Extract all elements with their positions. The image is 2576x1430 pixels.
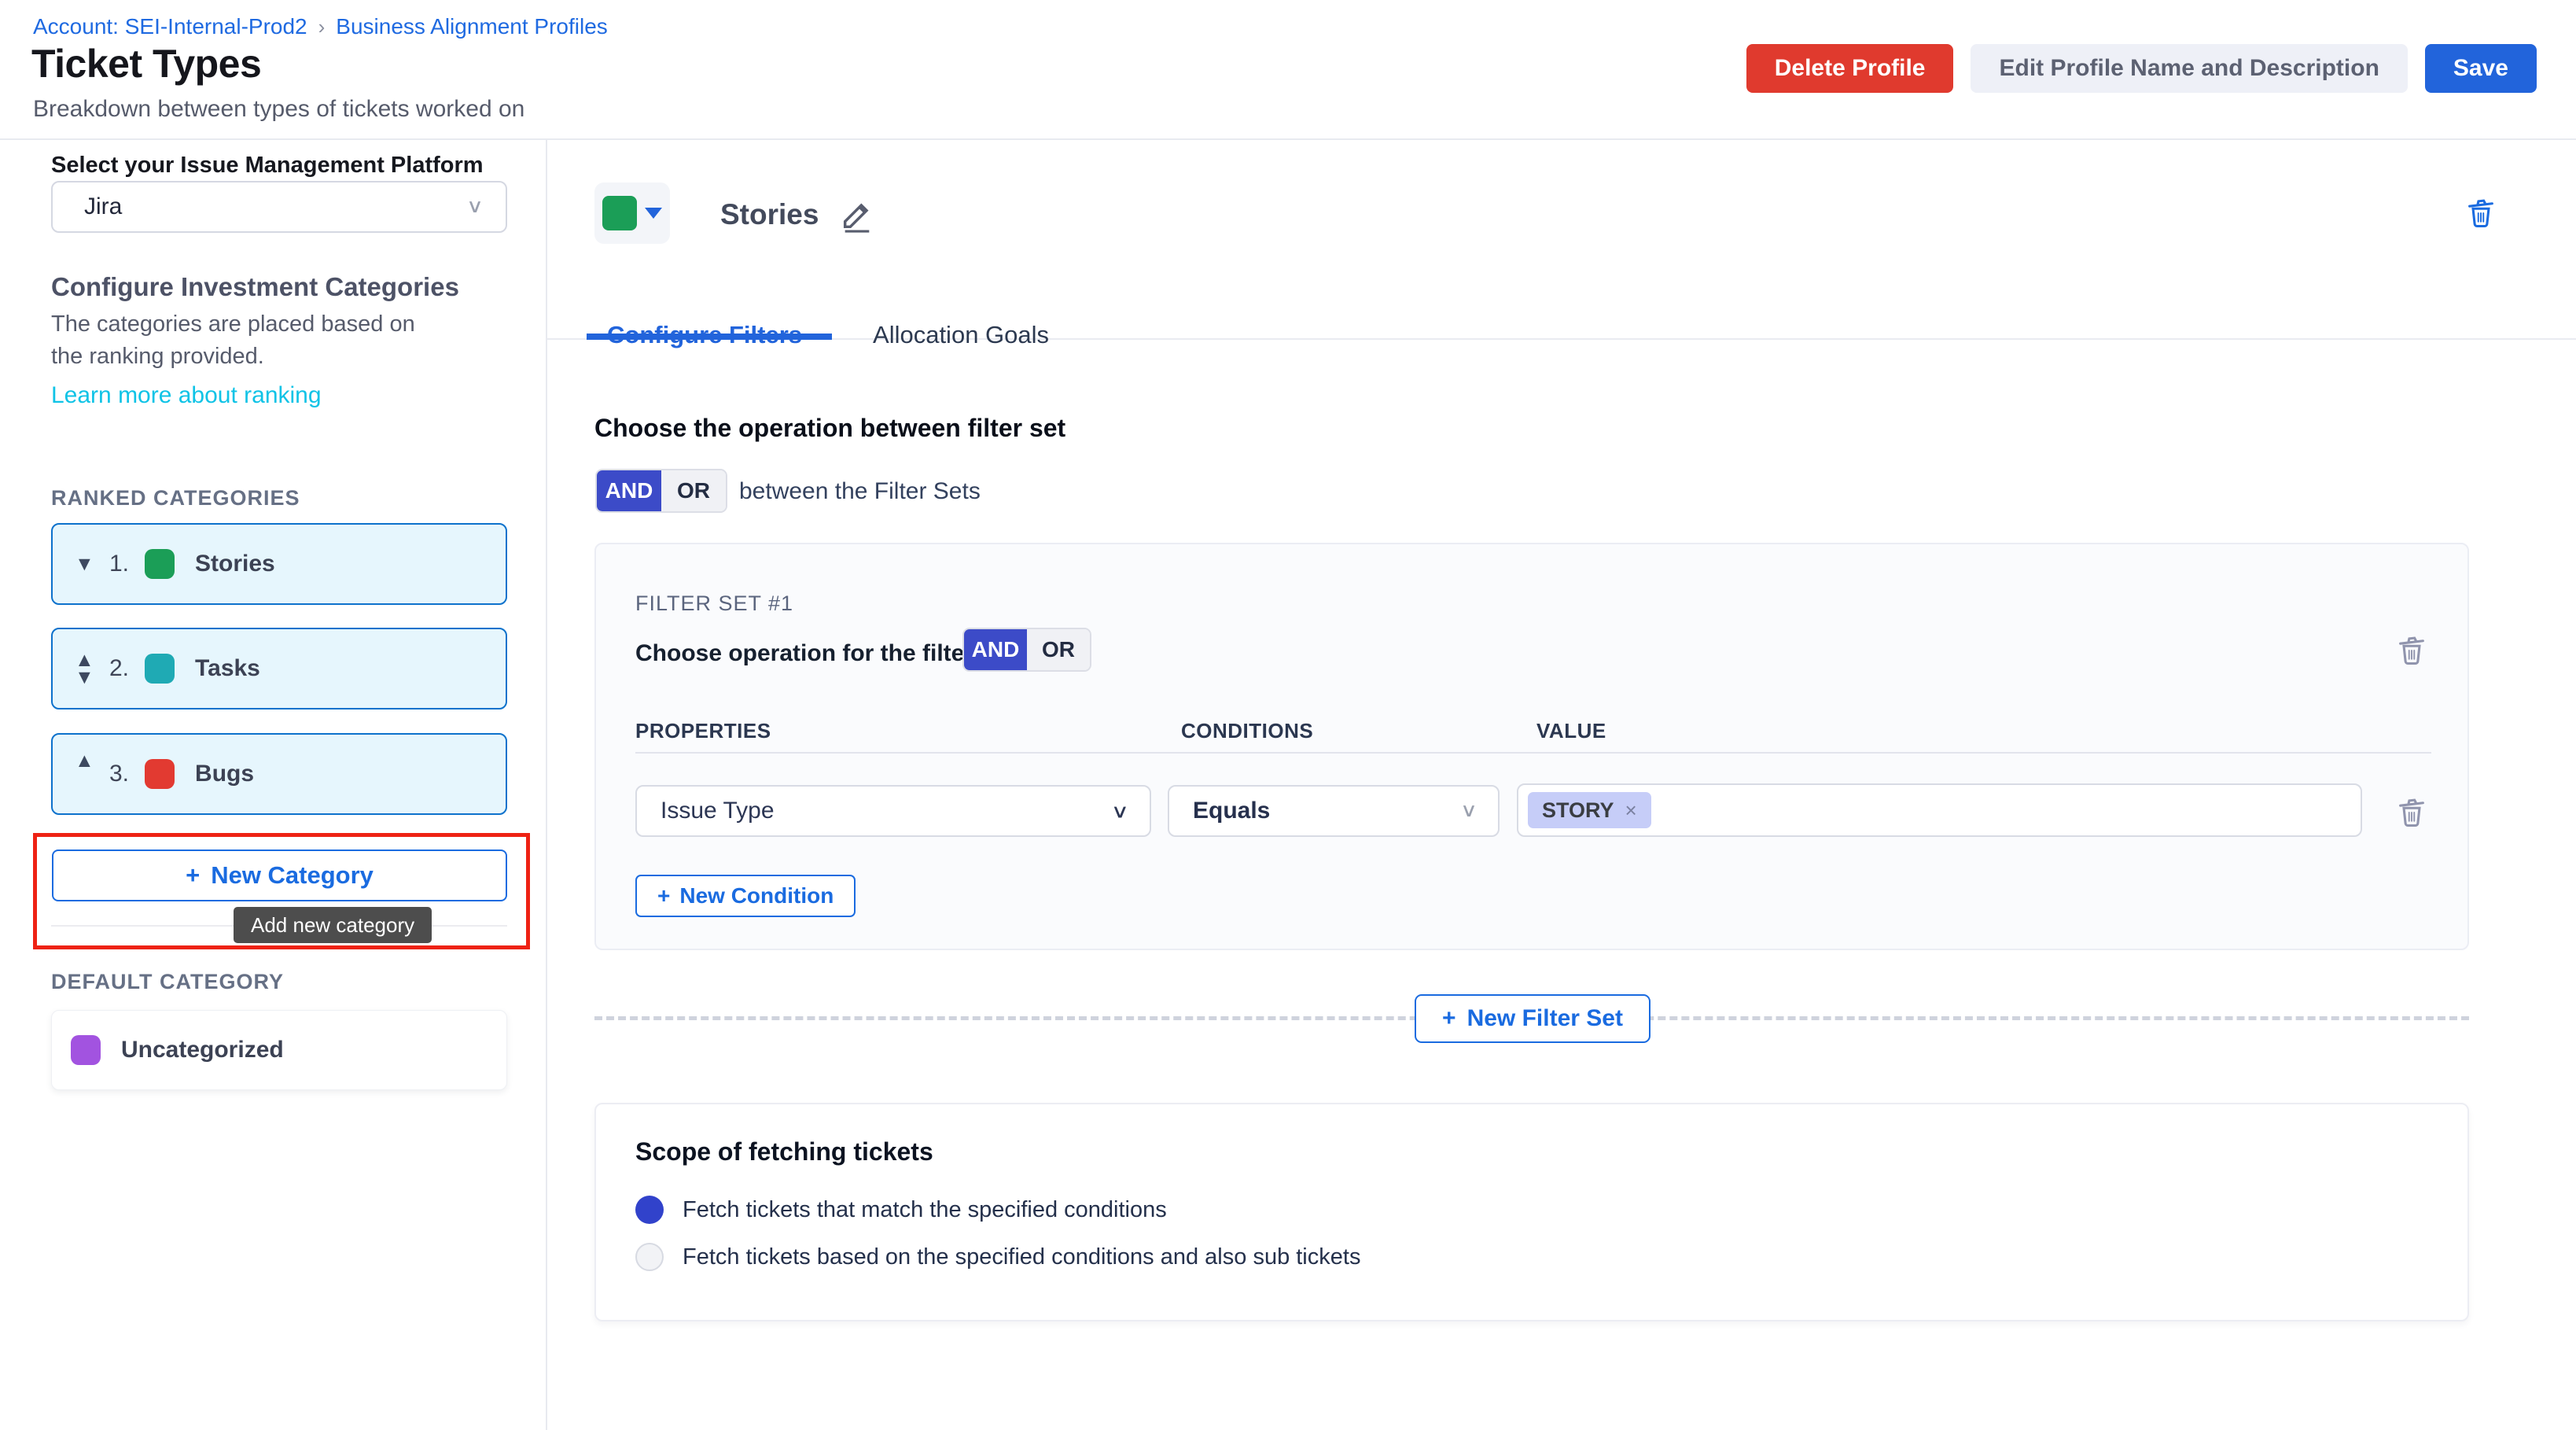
- column-header-value: VALUE: [1536, 719, 1606, 743]
- move-up-icon[interactable]: ▲: [75, 752, 109, 769]
- category-rank: 2.: [109, 655, 129, 682]
- category-color-dot: [145, 654, 175, 684]
- default-category-label: DEFAULT CATEGORY: [51, 970, 284, 994]
- scope-option-sub-tickets[interactable]: Fetch tickets based on the specified con…: [635, 1243, 1360, 1271]
- category-title: Stories: [720, 197, 875, 233]
- delete-condition-trash-icon[interactable]: [2394, 794, 2430, 835]
- filter-set-title: FILTER SET #1: [635, 592, 793, 616]
- edit-pencil-icon[interactable]: [839, 197, 875, 233]
- scope-option-match[interactable]: Fetch tickets that match the specified c…: [635, 1196, 1167, 1224]
- category-name: Bugs: [195, 761, 254, 787]
- sidebar: Select your Issue Management Platform Ji…: [0, 140, 547, 1430]
- breadcrumb: Account: SEI-Internal-Prod2 › Business A…: [33, 14, 608, 39]
- property-select-value: Issue Type: [661, 798, 775, 824]
- move-down-icon[interactable]: ▼: [75, 555, 109, 573]
- delete-category-trash-icon[interactable]: [2463, 195, 2499, 235]
- active-tab-underline: [587, 334, 832, 340]
- page-subtitle: Breakdown between types of tickets worke…: [33, 96, 524, 123]
- category-rank: 1.: [109, 551, 129, 577]
- chevron-down-icon: ∨: [1111, 800, 1129, 823]
- condition-select-value: Equals: [1193, 798, 1270, 824]
- category-card-tasks[interactable]: ▲▼ 2. Tasks: [51, 628, 507, 709]
- category-color-dot: [71, 1035, 101, 1065]
- value-chip: STORY ×: [1528, 792, 1651, 828]
- radio-selected-icon[interactable]: [635, 1196, 664, 1224]
- breadcrumb-page-link[interactable]: Business Alignment Profiles: [336, 14, 608, 39]
- filters-operation-label: Choose operation for the filters: [635, 640, 987, 667]
- page-title: Ticket Types: [31, 41, 261, 87]
- category-card-bugs[interactable]: ▲ 3. Bugs: [51, 733, 507, 815]
- category-card-stories[interactable]: ▼ 1. Stories: [51, 523, 507, 605]
- category-name: Uncategorized: [121, 1037, 284, 1063]
- tab-allocation-goals[interactable]: Allocation Goals: [873, 321, 1049, 370]
- tab-configure-filters[interactable]: Configure Filters: [607, 321, 802, 370]
- main-panel: Stories Configure Filters Allocation Goa…: [547, 140, 2576, 1430]
- radio-label: Fetch tickets based on the specified con…: [683, 1244, 1360, 1270]
- scope-heading: Scope of fetching tickets: [635, 1137, 933, 1166]
- and-toggle[interactable]: AND: [597, 470, 661, 511]
- edit-profile-button[interactable]: Edit Profile Name and Description: [1971, 44, 2407, 93]
- tab-bar: Configure Filters Allocation Goals: [607, 321, 1049, 370]
- color-swatch: [602, 196, 637, 230]
- category-name: Stories: [195, 551, 275, 577]
- radio-label: Fetch tickets that match the specified c…: [683, 1197, 1167, 1223]
- chevron-down-icon: ∨: [1460, 802, 1478, 820]
- scope-card: Scope of fetching tickets Fetch tickets …: [594, 1103, 2469, 1321]
- breadcrumb-account-link[interactable]: Account: SEI-Internal-Prod2: [33, 14, 307, 39]
- column-header-divider: [635, 752, 2431, 754]
- filter-set-card: FILTER SET #1 Choose operation for the f…: [594, 543, 2469, 950]
- save-button[interactable]: Save: [2425, 44, 2537, 93]
- add-new-category-tooltip: Add new category: [234, 907, 432, 943]
- page: Account: SEI-Internal-Prod2 › Business A…: [0, 0, 2576, 1430]
- operation-caption: between the Filter Sets: [739, 478, 981, 505]
- configure-categories-title: Configure Investment Categories: [51, 272, 459, 302]
- or-toggle[interactable]: OR: [661, 470, 726, 511]
- caret-down-icon: [645, 208, 662, 219]
- radio-unselected-icon[interactable]: [635, 1243, 664, 1271]
- header-actions: Delete Profile Edit Profile Name and Des…: [1746, 44, 2537, 93]
- plus-icon: +: [186, 861, 200, 890]
- filter-set-operation-toggle: AND OR: [595, 469, 727, 513]
- delete-profile-button[interactable]: Delete Profile: [1746, 44, 1954, 93]
- platform-select-value: Jira: [84, 193, 122, 220]
- ranked-categories-label: RANKED CATEGORIES: [51, 486, 300, 510]
- filters-operation-toggle: AND OR: [962, 628, 1091, 672]
- or-toggle[interactable]: OR: [1027, 629, 1090, 670]
- operation-heading: Choose the operation between filter set: [594, 414, 1065, 443]
- move-up-down-icon[interactable]: ▲▼: [75, 651, 109, 686]
- new-category-button[interactable]: + New Category: [52, 850, 507, 901]
- platform-select-label: Select your Issue Management Platform: [51, 153, 484, 179]
- delete-filter-set-trash-icon[interactable]: [2394, 632, 2430, 673]
- learn-more-link[interactable]: Learn more about ranking: [51, 382, 322, 409]
- breadcrumb-separator-icon: ›: [318, 15, 326, 39]
- chip-remove-icon[interactable]: ×: [1625, 798, 1637, 823]
- plus-icon: +: [657, 883, 670, 908]
- category-name: Tasks: [195, 655, 260, 682]
- platform-select[interactable]: Jira ∨: [51, 181, 507, 233]
- category-color-dot: [145, 759, 175, 789]
- chevron-down-icon: ∨: [466, 197, 484, 216]
- new-filter-set-button[interactable]: + New Filter Set: [1415, 994, 1650, 1043]
- value-input[interactable]: STORY ×: [1517, 783, 2362, 837]
- and-toggle[interactable]: AND: [964, 629, 1027, 670]
- category-color-dot: [145, 549, 175, 579]
- column-header-properties: PROPERTIES: [635, 719, 771, 743]
- new-condition-button[interactable]: + New Condition: [635, 875, 856, 917]
- property-select[interactable]: Issue Type ∨: [635, 785, 1151, 837]
- category-rank: 3.: [109, 761, 129, 787]
- category-color-picker[interactable]: [594, 182, 670, 244]
- configure-categories-description: The categories are placed based on the r…: [51, 308, 444, 373]
- plus-icon: +: [1442, 1005, 1456, 1032]
- column-header-conditions: CONDITIONS: [1181, 719, 1313, 743]
- page-header: Account: SEI-Internal-Prod2 › Business A…: [0, 0, 2576, 140]
- condition-select[interactable]: Equals ∨: [1168, 785, 1500, 837]
- category-card-uncategorized: Uncategorized: [51, 1010, 507, 1090]
